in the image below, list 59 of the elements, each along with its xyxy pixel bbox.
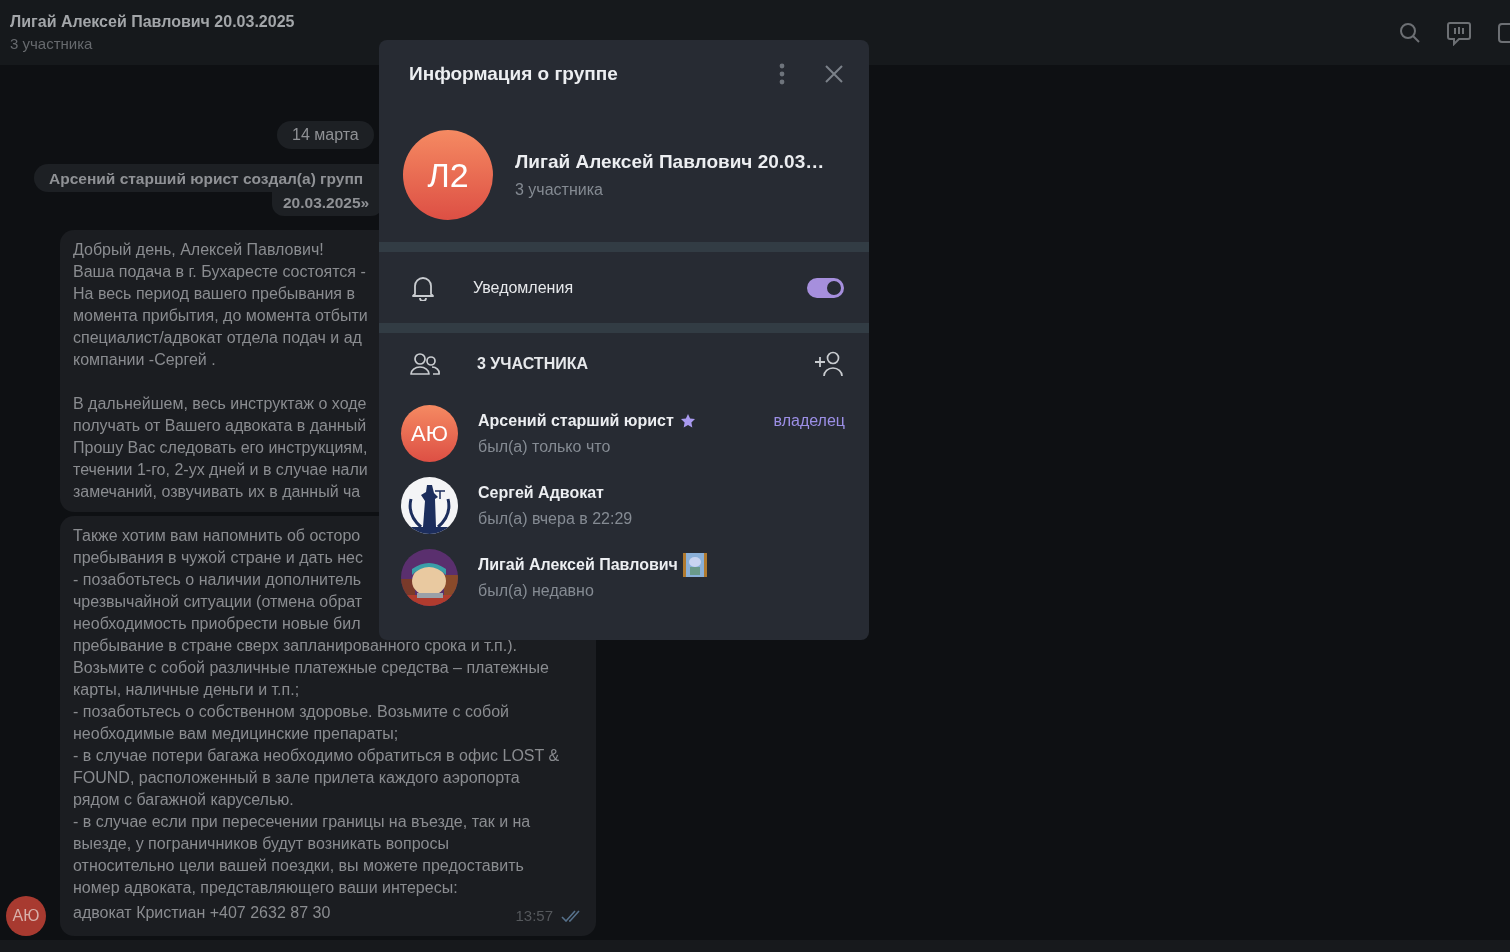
group-members-count: 3 участника xyxy=(515,181,604,199)
comments-icon[interactable] xyxy=(1446,19,1472,46)
member-status: был(а) недавно xyxy=(478,582,595,600)
message-text: замечаний, озвучивать их в данный ча xyxy=(73,482,361,502)
members-heading: 3 УЧАСТНИКА xyxy=(477,355,589,373)
message-text: адвокат Кристиан +407 2632 87 30 xyxy=(73,903,331,923)
message-text: - в случае если при пересечении границы на въезде, так и на xyxy=(73,812,531,832)
group-name: Лигай Алексей Павлович 20.03… xyxy=(515,151,825,173)
close-icon[interactable] xyxy=(825,65,843,83)
message-text: Прошу Вас следовать его инструкциям, xyxy=(73,438,368,458)
member-item[interactable]: Сергей Адвокат был(а) вчера в 22:29 xyxy=(401,477,845,534)
member-name: Арсений старший юрист xyxy=(478,412,674,430)
member-name: Лигай Алексей Павлович xyxy=(478,556,678,574)
message-text: номер адвоката, представляющего ваши интересы: xyxy=(73,878,458,898)
message-text: чрезвычайной ситуации (отмена обрат xyxy=(73,592,363,612)
add-member-icon[interactable] xyxy=(814,351,844,377)
message-text: выезде, у пограничников будут возникать вопросы xyxy=(73,834,449,854)
message-text: Возьмите с собой различные платежные средства – платежные xyxy=(73,658,549,678)
message-text: пребывание в стране сверх запланированного срока и т.п.). xyxy=(73,636,517,656)
message-text: необходимые вам медицинские препараты; xyxy=(73,724,399,744)
chat-subtitle: 3 участника xyxy=(10,35,94,52)
message-text: относительно цели вашей поездки, вы можете предоставить xyxy=(73,856,524,876)
message-text: специалист/адвокат отдела подач и ад xyxy=(73,328,362,348)
message-text: Также хотим вам напомнить об осторо xyxy=(73,526,361,546)
message-text: - позаботьтесь о наличии дополнитель xyxy=(73,570,362,590)
dialog-title: Информация о группе xyxy=(409,63,619,85)
date-label: 14 марта xyxy=(277,121,374,149)
notifications-label: Уведомления xyxy=(473,278,575,297)
message-text: пребывания в чужой стране и дать нес xyxy=(73,548,363,568)
bell-icon xyxy=(411,274,435,301)
member-status: был(а) вчера в 22:29 xyxy=(478,510,634,528)
message-text: течении 1-го, 2-ух дней и в случае нали xyxy=(73,460,368,480)
message-text: На весь период вашего пребывания в xyxy=(73,284,355,304)
message-text: - позаботьтесь о собственном здоровье. Возьмите с собой xyxy=(73,702,509,722)
message-text: - в случае потери багажа необходимо обратиться в офис LOST & xyxy=(73,746,560,766)
member-item[interactable]: АЮ Арсений старший юрист владелец был(а) только что xyxy=(401,405,845,462)
message-text: Ваша подача в г. Бухаресте состоятся - xyxy=(73,262,366,282)
member-status: был(а) только что xyxy=(478,438,612,456)
people-icon xyxy=(410,353,440,375)
message-time: 13:57 xyxy=(515,906,553,926)
chat-title: Лигай Алексей Павлович 20.03.2025 xyxy=(10,13,295,31)
message-text: рядом с багажной каруселью. xyxy=(73,790,294,810)
sidebar-icon[interactable] xyxy=(1498,20,1510,45)
message-text: компании -Сергей . xyxy=(73,350,216,370)
message-text: карты, наличные деньги и т.п.; xyxy=(73,680,300,700)
member-avatar: АЮ xyxy=(401,405,458,462)
member-name: Сергей Адвокат xyxy=(478,484,604,502)
group-avatar: Л2 xyxy=(403,130,493,220)
owner-label: владелец xyxy=(773,412,845,430)
message-text: Добрый день, Алексей Павлович! xyxy=(73,240,324,260)
notifications-toggle[interactable] xyxy=(807,277,844,298)
message-text: момента прибытия, до момента отбыти xyxy=(73,306,368,326)
more-icon[interactable] xyxy=(779,63,785,85)
message-text: В дальнейшем, весь инструктаж о ходе xyxy=(73,394,367,414)
message-text: получать от Вашего адвоката в данный xyxy=(73,416,367,436)
search-icon[interactable] xyxy=(1398,20,1422,45)
message-text: FOUND, расположенный в зале прилета каждого аэропорта xyxy=(73,768,520,788)
member-item[interactable]: Лигай Алексей Павлович был(а) недавно xyxy=(401,549,845,606)
message-text: необходимость приобрести новые бил xyxy=(73,614,361,634)
